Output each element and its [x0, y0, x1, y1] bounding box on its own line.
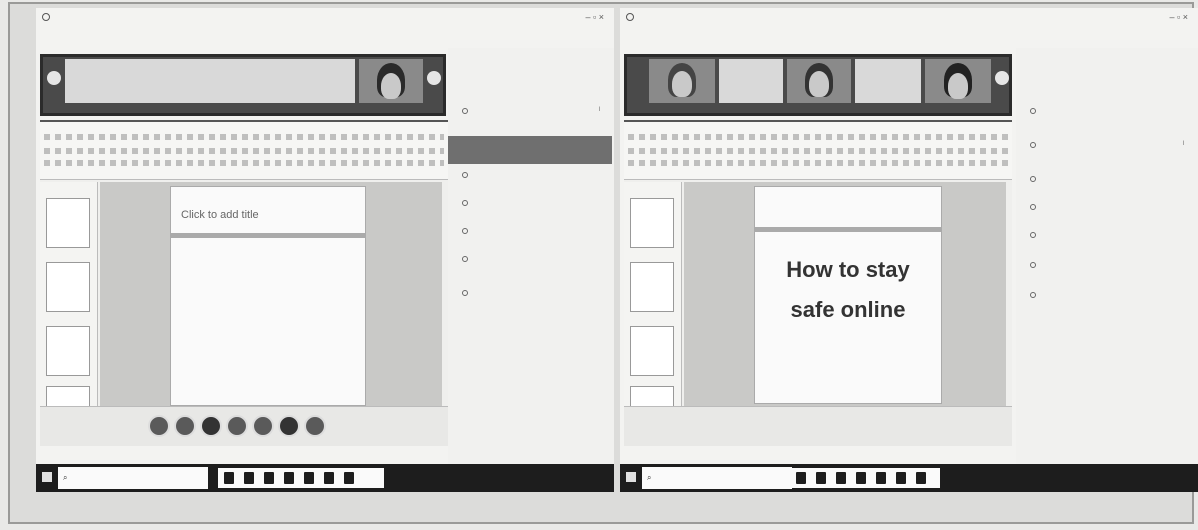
participant-item[interactable]: [1030, 174, 1188, 186]
video-tile-participant[interactable]: [359, 59, 423, 103]
shape-thumbnail[interactable]: [252, 415, 274, 437]
status-bar: [40, 406, 448, 446]
shape-thumbnail[interactable]: [278, 415, 300, 437]
powerpoint-window: Click to add title: [40, 120, 448, 446]
ribbon-tools[interactable]: [628, 148, 1008, 154]
participant-face: [672, 71, 692, 97]
window-controls[interactable]: – ▫ ×: [586, 12, 604, 22]
next-video-button[interactable]: [427, 71, 441, 85]
taskbar-search[interactable]: ⌕: [58, 467, 208, 489]
ribbon-tabs[interactable]: [628, 134, 1008, 140]
participant-item[interactable]: [1030, 106, 1188, 118]
video-strip: [40, 54, 446, 116]
title-bar: – ▫ ×: [620, 8, 1198, 28]
shape-thumbnail[interactable]: [174, 415, 196, 437]
slide-canvas: How to stay safe online: [684, 182, 1006, 406]
ribbon-tools[interactable]: [44, 160, 444, 166]
participant-item[interactable]: [462, 198, 604, 210]
app-icon: [42, 13, 50, 21]
video-tile-empty: [719, 59, 783, 103]
shape-thumbnail[interactable]: [304, 415, 326, 437]
participant-item[interactable]: ǀ: [462, 106, 604, 118]
taskbar-apps[interactable]: [790, 468, 940, 488]
slide-title-placeholder[interactable]: Click to add title: [181, 209, 259, 221]
slide-thumbnails: [40, 182, 98, 408]
participant-item[interactable]: [1030, 260, 1188, 272]
microphone-icon: ǀ: [598, 107, 600, 113]
slide-thumbnail-2[interactable]: [630, 262, 674, 312]
left-screen: – ▫ × Click to add title ǀ ⌕: [36, 8, 614, 492]
participant-item[interactable]: [1030, 230, 1188, 242]
slide-thumbnail-4[interactable]: [46, 386, 90, 408]
ribbon[interactable]: [624, 122, 1012, 180]
slide-thumbnail-4[interactable]: [630, 386, 674, 408]
participant-item[interactable]: [1030, 290, 1188, 302]
windows-start-icon[interactable]: [626, 472, 636, 482]
next-video-button[interactable]: [995, 71, 1009, 85]
slide-thumbnail-1[interactable]: [46, 198, 90, 248]
powerpoint-window: How to stay safe online: [624, 120, 1012, 446]
participant-face: [809, 71, 829, 97]
slide-thumbnail-1[interactable]: [630, 198, 674, 248]
search-icon: ⌕: [647, 473, 652, 482]
video-strip: [624, 54, 1012, 116]
ribbon[interactable]: [40, 122, 448, 180]
window-controls[interactable]: – ▫ ×: [1170, 12, 1188, 22]
slide[interactable]: How to stay safe online: [754, 186, 942, 404]
video-tile-empty: [855, 59, 921, 103]
participant-item[interactable]: [462, 226, 604, 238]
participant-face: [948, 73, 968, 99]
shape-thumbnail[interactable]: [148, 415, 170, 437]
ribbon-tabs[interactable]: [44, 134, 444, 140]
shape-thumbnail[interactable]: [226, 415, 248, 437]
participant-item[interactable]: ǀ: [1030, 140, 1188, 152]
video-tile-participant[interactable]: [649, 59, 715, 103]
windows-start-icon[interactable]: [42, 472, 52, 482]
video-labels: [43, 101, 443, 111]
menu-bar[interactable]: [36, 30, 614, 42]
taskbar: ⌕: [620, 464, 1198, 492]
slide-canvas: Click to add title: [100, 182, 442, 406]
slide-thumbnail-3[interactable]: [46, 326, 90, 376]
participants-panel: ǀ: [448, 48, 614, 468]
video-tile-participant[interactable]: [787, 59, 851, 103]
video-labels: [627, 101, 1009, 111]
video-tile-empty: [65, 59, 355, 103]
participant-item[interactable]: [462, 254, 604, 266]
ribbon-tools[interactable]: [628, 160, 1008, 166]
participant-item[interactable]: [462, 288, 604, 300]
participant-face: [381, 73, 401, 99]
prev-video-button[interactable]: [47, 71, 61, 85]
taskbar-search[interactable]: ⌕: [642, 467, 792, 489]
shape-thumbnail[interactable]: [200, 415, 222, 437]
slide-thumbnail-3[interactable]: [630, 326, 674, 376]
slide[interactable]: Click to add title: [170, 186, 366, 406]
ribbon-tools[interactable]: [44, 148, 444, 154]
right-screen: – ▫ × How to stay safe online ǀ ⌕: [620, 8, 1198, 492]
participant-item[interactable]: [1030, 202, 1188, 214]
participant-selected[interactable]: [448, 136, 612, 164]
participant-item[interactable]: [462, 170, 604, 182]
slide-divider: [171, 233, 365, 238]
taskbar-apps[interactable]: [218, 468, 384, 488]
slide-title-line-1[interactable]: How to stay: [755, 257, 941, 283]
taskbar: ⌕: [36, 464, 614, 492]
microphone-icon: ǀ: [1182, 141, 1184, 147]
participants-panel: ǀ: [1016, 48, 1198, 468]
slide-divider: [755, 227, 941, 232]
menu-bar[interactable]: [620, 30, 1198, 42]
title-bar: – ▫ ×: [36, 8, 614, 28]
slide-title-line-2[interactable]: safe online: [755, 297, 941, 323]
slide-thumbnail-2[interactable]: [46, 262, 90, 312]
search-icon: ⌕: [63, 473, 68, 482]
app-icon: [626, 13, 634, 21]
status-bar: [624, 406, 1012, 446]
slide-thumbnails: [624, 182, 682, 408]
video-tile-participant[interactable]: [925, 59, 991, 103]
